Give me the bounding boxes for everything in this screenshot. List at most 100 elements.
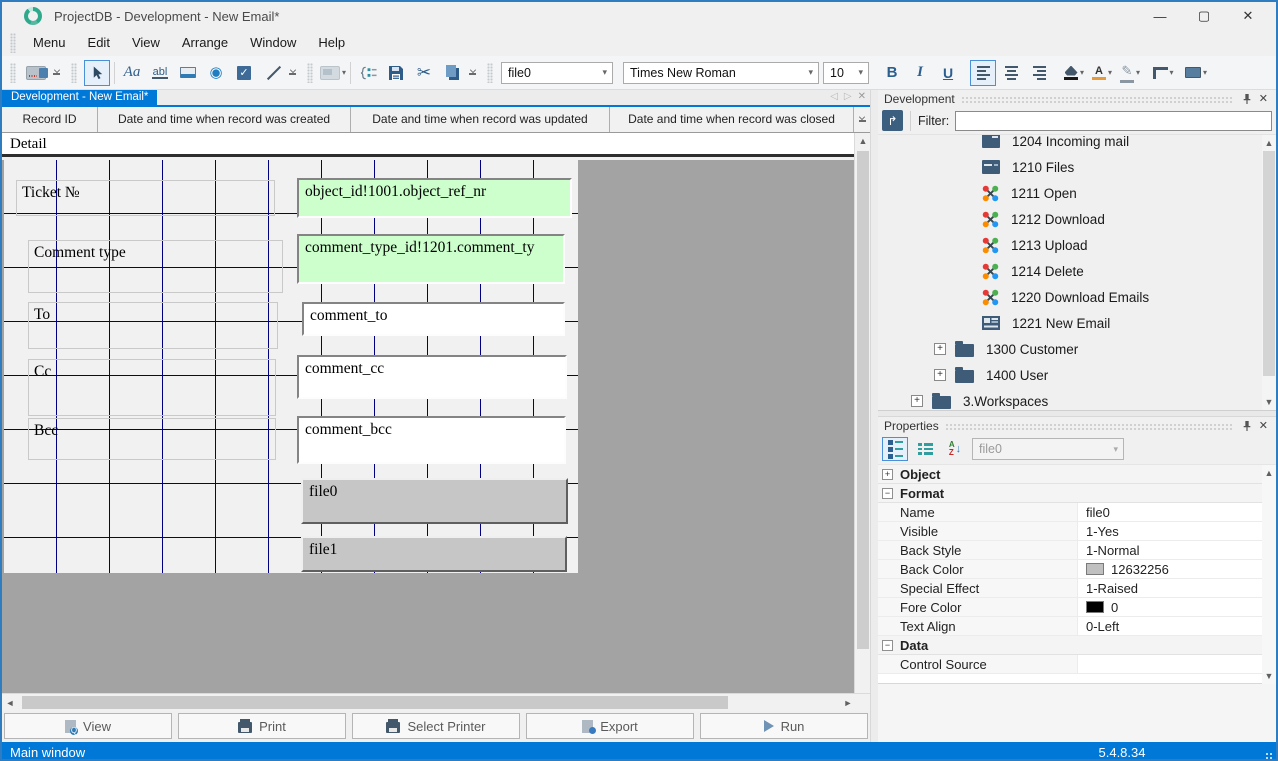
property-row-control-source[interactable]: Control Source [878, 655, 1276, 674]
toolbar-grip-4[interactable] [487, 63, 493, 83]
menu-item-arrange[interactable]: Arrange [171, 32, 239, 54]
save-button[interactable] [383, 60, 409, 86]
checkbox-tool-button[interactable]: ✓ [231, 60, 257, 86]
label-tool-button[interactable]: Aa [119, 60, 145, 86]
form-field-file1[interactable]: file1 [301, 536, 567, 572]
form-label-bcc[interactable]: Bcc [28, 418, 276, 460]
column-updated[interactable]: Date and time when record was updated [351, 107, 610, 132]
properties-object-combo[interactable]: file0▾ [972, 438, 1124, 460]
line-tool-button[interactable] [259, 60, 285, 86]
tab-development-new-email[interactable]: Development - New Email* [2, 90, 157, 105]
horizontal-scroll-thumb[interactable] [22, 696, 728, 709]
button-tool-button[interactable] [175, 60, 201, 86]
pin-icon[interactable] [1242, 420, 1252, 432]
detail-band-header[interactable]: Detail [2, 133, 854, 157]
scroll-right-icon[interactable]: ► [840, 694, 856, 712]
property-row-fore-color[interactable]: Fore Color0 [878, 598, 1276, 617]
vertical-scroll-thumb[interactable] [857, 151, 869, 649]
view-button[interactable]: View [4, 713, 172, 739]
form-label-comment-type[interactable]: Comment type [28, 240, 283, 293]
form-field-comment-cc[interactable]: comment_cc [297, 355, 567, 399]
menu-item-edit[interactable]: Edit [77, 32, 121, 54]
overflow-chevron-icon[interactable] [469, 70, 476, 75]
expand-icon[interactable]: + [882, 469, 893, 480]
navigate-button[interactable]: ↱ [882, 110, 903, 131]
align-right-button[interactable] [1026, 60, 1052, 86]
categorized-view-button[interactable] [882, 437, 908, 461]
tree-item-3-workspaces[interactable]: +3.Workspaces [878, 388, 1262, 410]
scroll-up-icon[interactable]: ▲ [855, 133, 871, 149]
form-field-object-ref[interactable]: object_id!1001.object_ref_nr [297, 178, 572, 218]
font-name-combo[interactable]: Times New Roman▾ [623, 62, 819, 84]
form-field-comment-to[interactable]: comment_to [302, 302, 565, 336]
column-closed[interactable]: Date and time when record was closed [610, 107, 854, 132]
maximize-button[interactable]: ▢ [1182, 2, 1226, 30]
cut-button[interactable]: ✂ [411, 60, 437, 86]
properties-scrollbar[interactable]: ▲ ▼ [1262, 465, 1276, 684]
menu-item-help[interactable]: Help [307, 32, 356, 54]
radio-tool-button[interactable]: ◉ [203, 60, 229, 86]
minimize-button[interactable]: — [1138, 2, 1182, 30]
close-button[interactable]: ✕ [1226, 2, 1270, 30]
filter-input[interactable] [955, 111, 1272, 131]
column-created[interactable]: Date and time when record was created [98, 107, 351, 132]
form-label-to[interactable]: To [28, 302, 278, 349]
tree-item-1211-open[interactable]: 1211 Open [878, 180, 1262, 206]
run-button[interactable]: Run [700, 713, 868, 739]
copy-button[interactable] [439, 60, 465, 86]
property-group-data[interactable]: −Data [878, 636, 1276, 655]
align-left-button[interactable] [970, 60, 996, 86]
export-button[interactable]: Export [526, 713, 694, 739]
toolbar-grip-1[interactable] [10, 63, 16, 83]
scroll-down-icon[interactable]: ▼ [1262, 394, 1276, 410]
tree-item-1221-new-email[interactable]: 1221 New Email [878, 310, 1262, 336]
property-group-format[interactable]: −Format [878, 484, 1276, 503]
property-row-back-color[interactable]: Back Color12632256 [878, 560, 1276, 579]
collapse-icon[interactable]: − [882, 640, 893, 651]
outline-button[interactable] [355, 60, 381, 86]
property-row-name[interactable]: Namefile0 [878, 503, 1276, 522]
form-field-comment-bcc[interactable]: comment_bcc [297, 416, 566, 464]
underline-button[interactable]: U [935, 60, 961, 86]
properties-splitter[interactable] [878, 410, 1276, 417]
tab-close-icon[interactable]: ✕ [858, 91, 866, 102]
tree-item-1300-customer[interactable]: +1300 Customer [878, 336, 1262, 362]
tree-item-1204-incoming-mail[interactable]: 1204 Incoming mail [878, 135, 1262, 154]
textbox-tool-button[interactable]: abl [147, 60, 173, 86]
menu-item-menu[interactable]: Menu [22, 32, 77, 54]
shape-fill-button[interactable]: ▾ [1183, 60, 1209, 86]
columns-overflow-icon[interactable] [859, 117, 866, 122]
form-grid[interactable]: Ticket № object_id!1001.object_ref_nr Co… [4, 160, 578, 573]
insert-object-button[interactable]: ▾ [320, 60, 346, 86]
overflow-chevron-icon[interactable] [289, 70, 296, 75]
scroll-down-icon[interactable]: ▼ [1262, 668, 1276, 684]
property-row-text-align[interactable]: Text Align0-Left [878, 617, 1276, 636]
expand-icon[interactable]: + [934, 343, 946, 355]
toolbar-grip-3[interactable] [307, 63, 313, 83]
fill-color-button[interactable]: ▾ [1061, 60, 1087, 86]
font-size-combo[interactable]: 10▾ [823, 62, 869, 84]
menu-item-view[interactable]: View [121, 32, 171, 54]
tab-scroll-left-icon[interactable]: ◁ [830, 91, 838, 102]
select-pointer-button[interactable] [84, 60, 110, 86]
align-center-button[interactable] [998, 60, 1024, 86]
form-label-cc[interactable]: Cc [28, 359, 276, 416]
property-group-object[interactable]: +Object [878, 465, 1276, 484]
font-color-button[interactable]: A ▾ [1089, 60, 1115, 86]
tree-item-1220-download-emails[interactable]: 1220 Download Emails [878, 284, 1262, 310]
tree-item-1214-delete[interactable]: 1214 Delete [878, 258, 1262, 284]
panel-splitter[interactable] [870, 90, 878, 742]
pane-close-icon[interactable]: ✕ [1259, 92, 1268, 105]
collapse-icon[interactable]: − [882, 488, 893, 499]
bold-button[interactable]: B [879, 60, 905, 86]
sort-button[interactable]: AZ↓ [942, 437, 968, 461]
tree-scrollbar[interactable]: ▲ ▼ [1262, 135, 1276, 410]
tree-item-1400-user[interactable]: +1400 User [878, 362, 1262, 388]
property-row-back-style[interactable]: Back Style1-Normal [878, 541, 1276, 560]
form-field-file0-selected[interactable]: file0 [301, 478, 568, 524]
designer-canvas[interactable]: Ticket № object_id!1001.object_ref_nr Co… [2, 160, 854, 709]
scroll-up-icon[interactable]: ▲ [1262, 135, 1276, 151]
property-row-special-effect[interactable]: Special Effect1-Raised [878, 579, 1276, 598]
border-style-button[interactable]: ▾ [1150, 60, 1176, 86]
tree-item-1213-upload[interactable]: 1213 Upload [878, 232, 1262, 258]
